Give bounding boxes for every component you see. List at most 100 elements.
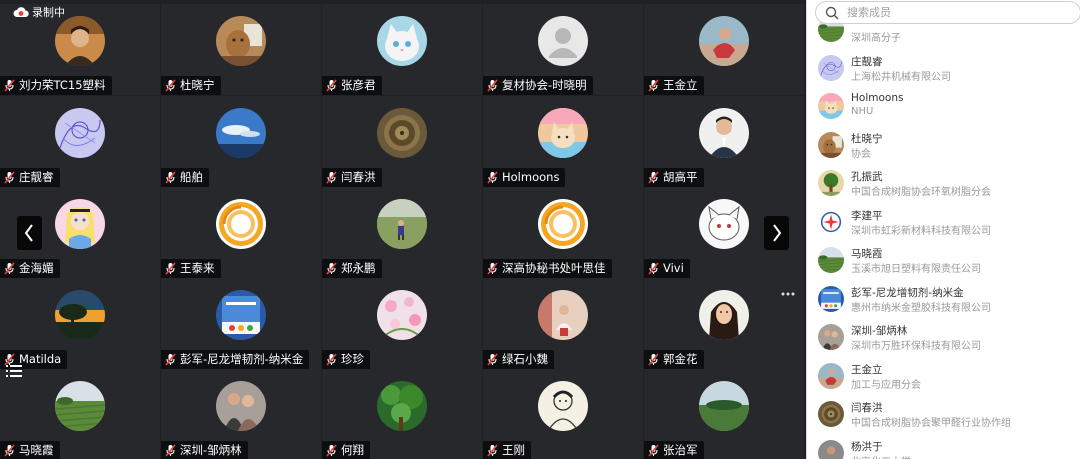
member-avatar <box>818 362 844 389</box>
participant-tile[interactable]: 马晓霞 <box>0 369 160 459</box>
prev-page-button[interactable] <box>17 216 42 250</box>
participant-tile[interactable]: 王刚 <box>483 369 643 459</box>
participant-tile[interactable]: 何翔 <box>322 369 482 459</box>
participant-name-tag: 何翔 <box>322 441 370 459</box>
participant-name-tag: 闫春洪 <box>322 168 382 187</box>
mic-muted-icon <box>647 353 660 366</box>
participant-avatar <box>216 381 266 431</box>
member-organization: 上海松井机械有限公司 <box>851 71 951 83</box>
participant-tile[interactable]: 深圳-邹炳林 <box>161 369 321 459</box>
participant-tile[interactable]: 郑永鹏 <box>322 187 482 278</box>
participant-tile[interactable]: Holmoons <box>483 96 643 187</box>
member-name: 马晓霞 <box>851 248 883 260</box>
member-name: 李建平 <box>851 209 883 222</box>
participant-name: 杜晓宁 <box>180 78 215 92</box>
participant-avatar <box>699 381 749 431</box>
member-name: 深圳-邹炳林 <box>851 325 908 337</box>
participant-tile[interactable]: 珍珍 <box>322 278 482 369</box>
participant-name: Holmoons <box>502 170 560 184</box>
member-list-item[interactable]: 闫春洪中国合成树脂协会聚甲醛行业协作组 <box>807 397 1080 435</box>
participant-avatar <box>538 16 588 66</box>
list-view-button[interactable] <box>4 362 24 380</box>
member-list-item[interactable]: 李建平 深圳市虹彩新材料科技有限公司 <box>807 205 1080 243</box>
participant-name: 深高协秘书处叶思佳 <box>502 261 606 275</box>
mic-muted-icon <box>325 353 338 366</box>
mic-muted-icon <box>325 171 338 184</box>
participant-name: 闫春洪 <box>341 170 376 184</box>
member-list-item[interactable]: 杨洪于北京化工大学 <box>807 436 1080 459</box>
cloud-record-icon <box>13 6 29 18</box>
mic-muted-icon <box>164 444 177 457</box>
participant-name: 刘力荣TC15塑料 <box>19 78 106 92</box>
participant-name: Vivi <box>663 261 684 275</box>
member-avatar <box>818 208 844 235</box>
participant-name-tag: 郭金花 <box>644 350 704 369</box>
member-name: 庄靓睿 <box>851 55 883 68</box>
member-list-item[interactable]: Holmoons NHU <box>807 89 1080 127</box>
participant-name: 金海媚 <box>19 261 54 275</box>
recording-badge: 录制中 <box>13 4 65 20</box>
participant-tile[interactable]: 复材协会-时晓明 <box>483 4 643 95</box>
member-organization: 深圳高分子 <box>851 33 901 44</box>
participant-name: 王刚 <box>502 443 525 457</box>
member-list-item[interactable]: 深圳-邹炳林 深圳市万胜环保科技有限公司 <box>807 320 1080 358</box>
member-name: 孔振武 <box>851 171 883 183</box>
member-search-box[interactable] <box>815 1 1080 24</box>
member-name: Holmoons <box>851 92 904 104</box>
participant-tile[interactable]: 杜晓宁 <box>161 4 321 95</box>
mic-muted-icon <box>486 79 499 92</box>
member-avatar <box>818 247 844 273</box>
mic-muted-icon <box>164 353 177 366</box>
mic-muted-icon <box>647 79 660 92</box>
member-list-item[interactable]: 孔振武 中国合成树脂协会环氧树脂分会 <box>807 166 1080 204</box>
participant-name-tag: 张彦君 <box>322 76 382 95</box>
participant-tile[interactable]: Matilda <box>0 278 160 369</box>
member-list-item[interactable]: 马晓霞 玉溪市旭日塑料有限责任公司 <box>807 243 1080 281</box>
next-page-button[interactable] <box>764 216 789 250</box>
participant-tile[interactable]: 彭军-尼龙增韧剂-纳米金 <box>161 278 321 369</box>
member-list-item[interactable]: 彭军-尼龙增韧剂-纳米金 惠州市纳米金塑胶科技有限公司 <box>807 282 1080 320</box>
participant-name: 深圳-邹炳林 <box>180 443 242 457</box>
mic-muted-icon <box>486 171 499 184</box>
participant-avatar <box>216 290 266 340</box>
member-name: 杨洪于 <box>851 440 883 453</box>
member-list-item[interactable]: 杜晓宁 协会 <box>807 128 1080 166</box>
member-list-item[interactable]: 王金立 加工与应用分会 <box>807 359 1080 397</box>
participant-tile[interactable]: 张彦君 <box>322 4 482 95</box>
mic-muted-icon <box>486 444 499 457</box>
members-panel: 深圳高分子 庄靓睿 上海松井机械有限公司 Holmoons NHU 杜晓宁 协会 孔振武 中国合… <box>806 0 1080 459</box>
member-name: 闫春洪 <box>851 402 883 414</box>
participant-name-tag: Vivi <box>644 259 690 278</box>
participant-tile[interactable]: 庄靓睿 <box>0 96 160 187</box>
mic-muted-icon <box>647 171 660 184</box>
participant-avatar <box>538 381 588 431</box>
participant-name-tag: Holmoons <box>483 168 566 187</box>
member-avatar <box>818 93 844 119</box>
member-avatar <box>818 324 844 350</box>
participant-name-tag: 复材协会-时晓明 <box>483 76 593 95</box>
participant-tile[interactable]: 闫春洪 <box>322 96 482 187</box>
search-icon <box>825 6 839 20</box>
member-organization: 中国合成树脂协会聚甲醛行业协作组 <box>851 418 1011 429</box>
participant-tile[interactable]: 王金立 <box>644 4 804 95</box>
member-name: 彭军-尼龙增韧剂-纳米金 <box>851 286 964 299</box>
participant-avatar <box>699 290 749 340</box>
participant-tile[interactable]: 船舶 <box>161 96 321 187</box>
participant-avatar <box>538 199 588 249</box>
participant-tile[interactable]: 王泰来 <box>161 187 321 278</box>
mic-muted-icon <box>3 444 16 457</box>
participant-tile[interactable]: 绿石小魏 <box>483 278 643 369</box>
participant-tile[interactable]: 胡高平 <box>644 96 804 187</box>
participant-name-tag: 马晓霞 <box>0 441 60 459</box>
participant-avatar <box>216 108 266 158</box>
mic-muted-icon <box>325 79 338 92</box>
participant-name-tag: 绿石小魏 <box>483 350 554 369</box>
participant-tile[interactable]: 深高协秘书处叶思佳 <box>483 187 643 278</box>
member-list-item[interactable]: 庄靓睿上海松井机械有限公司 <box>807 51 1080 89</box>
member-organization: 加工与应用分会 <box>851 379 921 391</box>
participant-tile[interactable]: 张治军 <box>644 369 804 459</box>
more-options-button[interactable] <box>780 289 796 299</box>
mic-muted-icon <box>3 262 16 275</box>
participant-name: 庄靓睿 <box>19 170 54 184</box>
member-search-input[interactable] <box>847 6 1057 19</box>
